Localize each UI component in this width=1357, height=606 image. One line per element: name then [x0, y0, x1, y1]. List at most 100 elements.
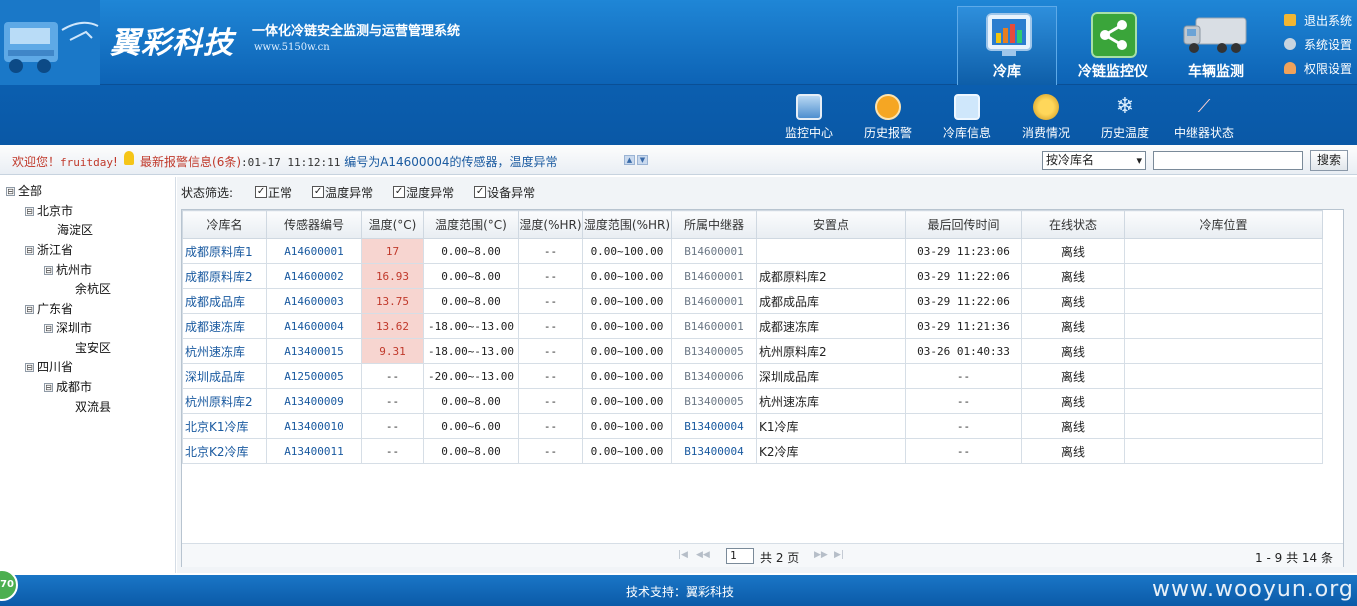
subnav-history-alarm[interactable]: 历史报警: [848, 94, 928, 141]
collapse-icon[interactable]: ⊟: [25, 363, 34, 372]
subnav-history-temperature[interactable]: ❄ 历史温度: [1085, 94, 1165, 141]
cell-sensor-id[interactable]: A14600003: [266, 288, 362, 314]
column-header[interactable]: 冷库名: [182, 210, 267, 239]
table-row[interactable]: 成都速冻库 A14600004 13.62 -18.00~-13.00 -- 0.00~1…: [182, 313, 1323, 339]
filter-humidity-abnormal-checkbox[interactable]: ✓ 湿度异常: [393, 184, 454, 201]
table-row[interactable]: 杭州原料库2 A13400009 -- 0.00~8.00 -- 0.00~100.00 B…: [182, 388, 1323, 414]
cell-last-report-time: 03-29 11:23:06: [905, 238, 1022, 264]
checkbox-checked-icon[interactable]: ✓: [255, 186, 268, 198]
subnav-monitor-center[interactable]: 监控中心: [769, 94, 849, 141]
cell-storage-name[interactable]: 成都成品库: [182, 288, 267, 314]
tree-node-sichuan[interactable]: ⊟ 四川省: [25, 357, 73, 377]
cell-sensor-id[interactable]: A13400011: [266, 438, 362, 464]
column-header[interactable]: 在线状态: [1021, 210, 1125, 239]
tree-node-shenzhen[interactable]: ⊟ 深圳市: [44, 318, 92, 338]
first-page-icon[interactable]: |◀: [678, 551, 688, 560]
subnav-consumption[interactable]: 消费情况: [1006, 94, 1086, 141]
collapse-icon[interactable]: ⊟: [44, 324, 53, 333]
tree-node-yuhang[interactable]: 余杭区: [75, 279, 111, 299]
tree-node-chengdu[interactable]: ⊟ 成都市: [44, 377, 92, 397]
permission-settings-link[interactable]: 权限设置: [1284, 56, 1352, 80]
column-header[interactable]: 温度范围(°C): [423, 210, 519, 239]
cell-humidity-range: 0.00~100.00: [582, 238, 672, 264]
scroll-down-icon[interactable]: ▼: [637, 155, 648, 165]
subnav-storage-info[interactable]: 冷库信息: [927, 94, 1007, 141]
cell-storage-name[interactable]: 北京K1冷库: [182, 413, 267, 439]
cell-placement: 深圳成品库: [756, 363, 906, 389]
cell-temp-range: 0.00~8.00: [423, 438, 519, 464]
tab-cold-storage[interactable]: 冷库: [957, 6, 1057, 85]
table-row[interactable]: 杭州速冻库 A13400015 9.31 -18.00~-13.00 -- 0.00~10…: [182, 338, 1323, 364]
column-header[interactable]: 所属中继器: [671, 210, 757, 239]
tree-node-beijing[interactable]: ⊟ 北京市: [25, 201, 73, 221]
table-header-row: 冷库名 传感器编号 温度(°C) 温度范围(°C) 湿度(%HR) 湿度范围(%…: [182, 210, 1323, 239]
record-range: 1 - 9 共 14 条: [1255, 551, 1333, 565]
collapse-icon[interactable]: ⊟: [44, 383, 53, 392]
cell-humidity: --: [518, 413, 583, 439]
cell-storage-name[interactable]: 深圳成品库: [182, 363, 267, 389]
column-header[interactable]: 安置点: [756, 210, 906, 239]
alarm-scroll-buttons: ▲ ▼: [624, 155, 648, 165]
table-row[interactable]: 成都原料库1 A14600001 17 0.00~8.00 -- 0.00~100.00 B…: [182, 238, 1323, 264]
table-row[interactable]: 北京K1冷库 A13400010 -- 0.00~6.00 -- 0.00~100.00 B…: [182, 413, 1323, 439]
column-header[interactable]: 传感器编号: [266, 210, 362, 239]
table-row[interactable]: 成都成品库 A14600003 13.75 0.00~8.00 -- 0.00~100.0…: [182, 288, 1323, 314]
tree-node-all[interactable]: ⊟ 全部: [6, 181, 42, 201]
search-button[interactable]: 搜索: [1310, 150, 1348, 171]
tab-vehicle-monitor[interactable]: 车辆监测: [1166, 6, 1266, 85]
column-header[interactable]: 湿度(%HR): [518, 210, 583, 239]
filter-normal-checkbox[interactable]: ✓ 正常: [255, 184, 292, 201]
collapse-icon[interactable]: ⊟: [25, 207, 34, 216]
system-settings-link[interactable]: 系统设置: [1284, 32, 1352, 56]
checkbox-checked-icon[interactable]: ✓: [474, 186, 487, 198]
cell-relay: B13400004: [671, 438, 757, 464]
cell-storage-name[interactable]: 成都原料库2: [182, 263, 267, 289]
cell-sensor-id[interactable]: A14600002: [266, 263, 362, 289]
cell-sensor-id[interactable]: A14600001: [266, 238, 362, 264]
column-header[interactable]: 温度(°C): [361, 210, 424, 239]
search-input[interactable]: [1153, 151, 1303, 170]
cell-sensor-id[interactable]: A13400009: [266, 388, 362, 414]
cell-storage-name[interactable]: 北京K2冷库: [182, 438, 267, 464]
checkbox-checked-icon[interactable]: ✓: [312, 186, 325, 198]
checkbox-checked-icon[interactable]: ✓: [393, 186, 406, 198]
collapse-icon[interactable]: ⊟: [25, 305, 34, 314]
subnav-relay-status[interactable]: ⟋ 中继器状态: [1164, 94, 1244, 141]
collapse-icon[interactable]: ⊟: [44, 266, 53, 275]
truck-banner-image: [0, 0, 100, 85]
prev-page-icon[interactable]: ◀◀: [696, 551, 710, 560]
cell-sensor-id[interactable]: A14600004: [266, 313, 362, 339]
scroll-up-icon[interactable]: ▲: [624, 155, 635, 165]
last-page-icon[interactable]: ▶|: [834, 551, 844, 560]
latest-alarm[interactable]: 最新报警信息(6条):01-17 11:12:11 编号为A14600004的传…: [140, 153, 557, 170]
filter-temp-abnormal-checkbox[interactable]: ✓ 温度异常: [312, 184, 373, 201]
table-row[interactable]: 北京K2冷库 A13400011 -- 0.00~8.00 -- 0.00~100.00 B…: [182, 438, 1323, 464]
tree-node-guangdong[interactable]: ⊟ 广东省: [25, 299, 73, 319]
collapse-icon[interactable]: ⊟: [6, 187, 15, 196]
cell-sensor-id[interactable]: A13400015: [266, 338, 362, 364]
logout-link[interactable]: 退出系统: [1284, 8, 1352, 32]
column-header[interactable]: 最后回传时间: [905, 210, 1022, 239]
tree-node-baoan[interactable]: 宝安区: [75, 338, 111, 358]
tree-node-zhejiang[interactable]: ⊟ 浙江省: [25, 240, 73, 260]
tab-cold-chain-monitor[interactable]: 冷链监控仪: [1063, 6, 1163, 85]
cell-sensor-id[interactable]: A12500005: [266, 363, 362, 389]
tree-node-hangzhou[interactable]: ⊟ 杭州市: [44, 260, 92, 280]
tree-node-haidian[interactable]: 海淀区: [57, 220, 93, 240]
cell-storage-name[interactable]: 杭州原料库2: [182, 388, 267, 414]
next-page-icon[interactable]: ▶▶: [814, 551, 828, 560]
table-row[interactable]: 成都原料库2 A14600002 16.93 0.00~8.00 -- 0.00~100.…: [182, 263, 1323, 289]
collapse-icon[interactable]: ⊟: [25, 246, 34, 255]
search-mode-select[interactable]: 按冷库名: [1042, 151, 1146, 170]
alarm-clock-icon: [875, 94, 901, 120]
cell-storage-name[interactable]: 杭州速冻库: [182, 338, 267, 364]
cell-sensor-id[interactable]: A13400010: [266, 413, 362, 439]
cell-storage-name[interactable]: 成都原料库1: [182, 238, 267, 264]
column-header[interactable]: 冷库位置: [1124, 210, 1323, 239]
filter-device-abnormal-checkbox[interactable]: ✓ 设备异常: [474, 184, 535, 201]
table-row[interactable]: 深圳成品库 A12500005 -- -20.00~-13.00 -- 0.00~100.…: [182, 363, 1323, 389]
tree-node-shuangliu[interactable]: 双流县: [75, 397, 111, 417]
column-header[interactable]: 湿度范围(%HR): [582, 210, 672, 239]
cell-storage-name[interactable]: 成都速冻库: [182, 313, 267, 339]
page-number-input[interactable]: 1: [726, 548, 754, 564]
